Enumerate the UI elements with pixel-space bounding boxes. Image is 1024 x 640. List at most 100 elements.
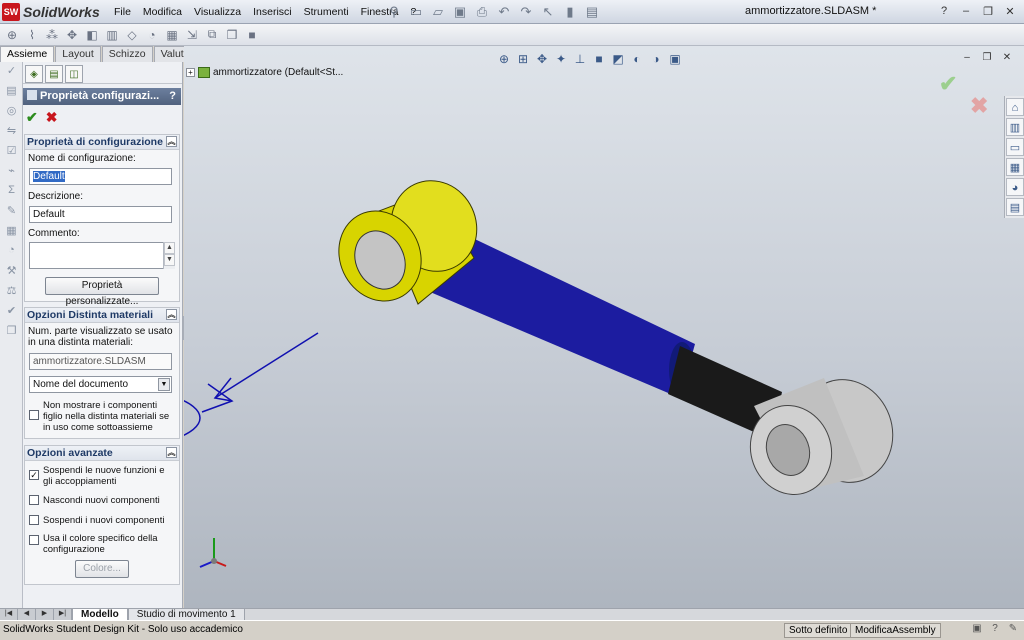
hide-new-components-checkbox[interactable]: [29, 495, 39, 505]
custom-properties-button[interactable]: Proprietà personalizzate...: [45, 277, 159, 307]
graphics-area[interactable]: + ammortizzatore (Default<St... ⊕ ⊞ ✥ ✦ …: [184, 46, 1024, 608]
group-header[interactable]: Proprietà di configurazione ︽: [25, 135, 179, 150]
pencil-icon[interactable]: ✎: [1006, 623, 1020, 637]
copy-icon[interactable]: ❐: [0, 324, 23, 342]
show-hidden-icon[interactable]: ◧: [84, 27, 100, 43]
comment-field[interactable]: [29, 242, 172, 269]
menu-inserisci[interactable]: Inserisci: [247, 6, 298, 18]
collapse-icon[interactable]: ︽: [166, 136, 177, 147]
interference-icon[interactable]: ⧉: [204, 27, 220, 43]
sum-icon[interactable]: Σ: [0, 184, 23, 202]
rebuild-status-icon[interactable]: ▣: [970, 623, 984, 637]
next-tab-icon[interactable]: ▶: [36, 609, 54, 620]
option-label: Sospendi i nuovi componenti: [43, 515, 165, 526]
property-manager-header: Proprietà configurazi... ?: [23, 88, 181, 105]
scroll-down-icon[interactable]: ▼: [164, 254, 175, 266]
insert-component-icon[interactable]: ⊕: [4, 27, 20, 43]
help-button[interactable]: ?: [169, 88, 176, 105]
confirm-actions: ✔ ✖: [26, 109, 57, 126]
options-icon[interactable]: ▤: [583, 3, 601, 20]
config-name-field[interactable]: Default: [29, 168, 172, 185]
comment-scrollbar[interactable]: ▲ ▼: [163, 242, 175, 269]
tab-layout[interactable]: Layout: [55, 46, 101, 62]
bill-of-materials-icon[interactable]: ▦: [164, 27, 180, 43]
new-motion-study-icon[interactable]: ◔: [144, 27, 160, 43]
reference-geometry-icon[interactable]: ◇: [124, 27, 140, 43]
sensor-icon[interactable]: ⌁: [0, 164, 23, 182]
design-library-icon[interactable]: ▥: [1006, 118, 1024, 136]
part-number-source-select[interactable]: Nome del documento ▼: [29, 376, 172, 393]
save-icon[interactable]: ▣: [451, 3, 469, 20]
pin-icon[interactable]: ⚲: [385, 3, 403, 20]
cancel-button[interactable]: ✖: [46, 109, 58, 126]
ok-button[interactable]: ✔: [26, 109, 38, 126]
hammer-icon[interactable]: ⚒: [0, 264, 23, 282]
feature-manager-tab-icon[interactable]: ◈: [25, 65, 43, 83]
calendar-icon[interactable]: ▦: [0, 224, 23, 242]
component-pattern-icon[interactable]: ⁂: [44, 27, 60, 43]
tab-schizzo[interactable]: Schizzo: [101, 46, 153, 62]
definition-status: Sotto definito: [784, 623, 853, 638]
suspend-new-features-checkbox[interactable]: ✓: [29, 470, 39, 480]
config-color-checkbox[interactable]: [29, 535, 39, 545]
gauge-icon[interactable]: ◔: [0, 244, 23, 262]
restore-icon[interactable]: ❐: [980, 3, 996, 19]
menu-strumenti[interactable]: Strumenti: [298, 6, 355, 18]
property-manager-title: Proprietà configurazi...: [40, 90, 160, 102]
hide-children-checkbox[interactable]: [29, 410, 39, 420]
menu-visualizza[interactable]: Visualizza: [188, 6, 247, 18]
mate-icon[interactable]: ⌇: [24, 27, 40, 43]
rebuild-icon[interactable]: ▮: [561, 3, 579, 20]
select-value: Nome del documento: [33, 379, 129, 390]
first-tab-icon[interactable]: |◀: [0, 609, 18, 620]
verify-icon[interactable]: ✔: [0, 304, 23, 322]
dropdown-arrow-icon[interactable]: ▼: [158, 378, 170, 391]
collapse-icon[interactable]: ︽: [166, 447, 177, 458]
file-explorer-icon[interactable]: ▭: [1006, 138, 1024, 156]
hole-wizard-icon[interactable]: ◎: [0, 104, 23, 122]
undo-icon[interactable]: ↶: [495, 3, 513, 20]
description-field[interactable]: Default: [29, 206, 172, 223]
check-icon[interactable]: ☑: [0, 144, 23, 162]
close-icon[interactable]: ✕: [1002, 3, 1018, 19]
select-icon[interactable]: ↖: [539, 3, 557, 20]
part-number-field[interactable]: ammortizzatore.SLDASM: [29, 353, 172, 370]
custom-properties-icon[interactable]: ▤: [1006, 198, 1024, 216]
suspend-new-components-checkbox[interactable]: [29, 515, 39, 525]
tools-icon[interactable]: ✎: [0, 204, 23, 222]
help-icon[interactable]: ?: [936, 3, 952, 19]
print-icon[interactable]: ⎙: [473, 3, 491, 20]
home-icon[interactable]: ⌂: [1006, 98, 1024, 116]
move-component-icon[interactable]: ✥: [64, 27, 80, 43]
toolbox-icon[interactable]: ▤: [0, 84, 23, 102]
smart-fasteners-icon[interactable]: ✓: [0, 64, 23, 82]
mirror-icon[interactable]: ⇋: [0, 124, 23, 142]
minimize-icon[interactable]: –: [958, 3, 974, 19]
configuration-manager-tab-icon[interactable]: ◫: [65, 65, 83, 83]
view-palette-icon[interactable]: ▦: [1006, 158, 1024, 176]
collapse-icon[interactable]: ︽: [166, 309, 177, 320]
instant-3d-icon[interactable]: ❒: [224, 27, 240, 43]
color-button[interactable]: Colore...: [75, 560, 129, 578]
scale-icon[interactable]: ⚖: [0, 284, 23, 302]
menu-modifica[interactable]: Modifica: [137, 6, 188, 18]
status-icons: ▣ ? ✎: [970, 623, 1020, 637]
appearances-icon[interactable]: ◕: [1006, 178, 1024, 196]
new-document-icon[interactable]: ▭: [407, 3, 425, 20]
app-logo[interactable]: SW SolidWorks: [2, 2, 100, 22]
menu-file[interactable]: File: [108, 6, 137, 18]
tab-assieme[interactable]: Assieme: [0, 46, 55, 62]
assembly-features-icon[interactable]: ▥: [104, 27, 120, 43]
quick-tips-icon[interactable]: ?: [988, 623, 1002, 637]
last-tab-icon[interactable]: ▶|: [54, 609, 72, 620]
group-header[interactable]: Opzioni Distinta materiali ︽: [25, 308, 179, 323]
property-manager-tab-icon[interactable]: ▤: [45, 65, 63, 83]
redo-icon[interactable]: ↷: [517, 3, 535, 20]
annotation-ellipse: [184, 400, 201, 436]
shaded-icon[interactable]: ■: [244, 27, 260, 43]
prev-tab-icon[interactable]: ◀: [18, 609, 36, 620]
scroll-up-icon[interactable]: ▲: [164, 242, 175, 254]
exploded-view-icon[interactable]: ⇲: [184, 27, 200, 43]
open-icon[interactable]: ▱: [429, 3, 447, 20]
group-header[interactable]: Opzioni avanzate ︽: [25, 446, 179, 461]
